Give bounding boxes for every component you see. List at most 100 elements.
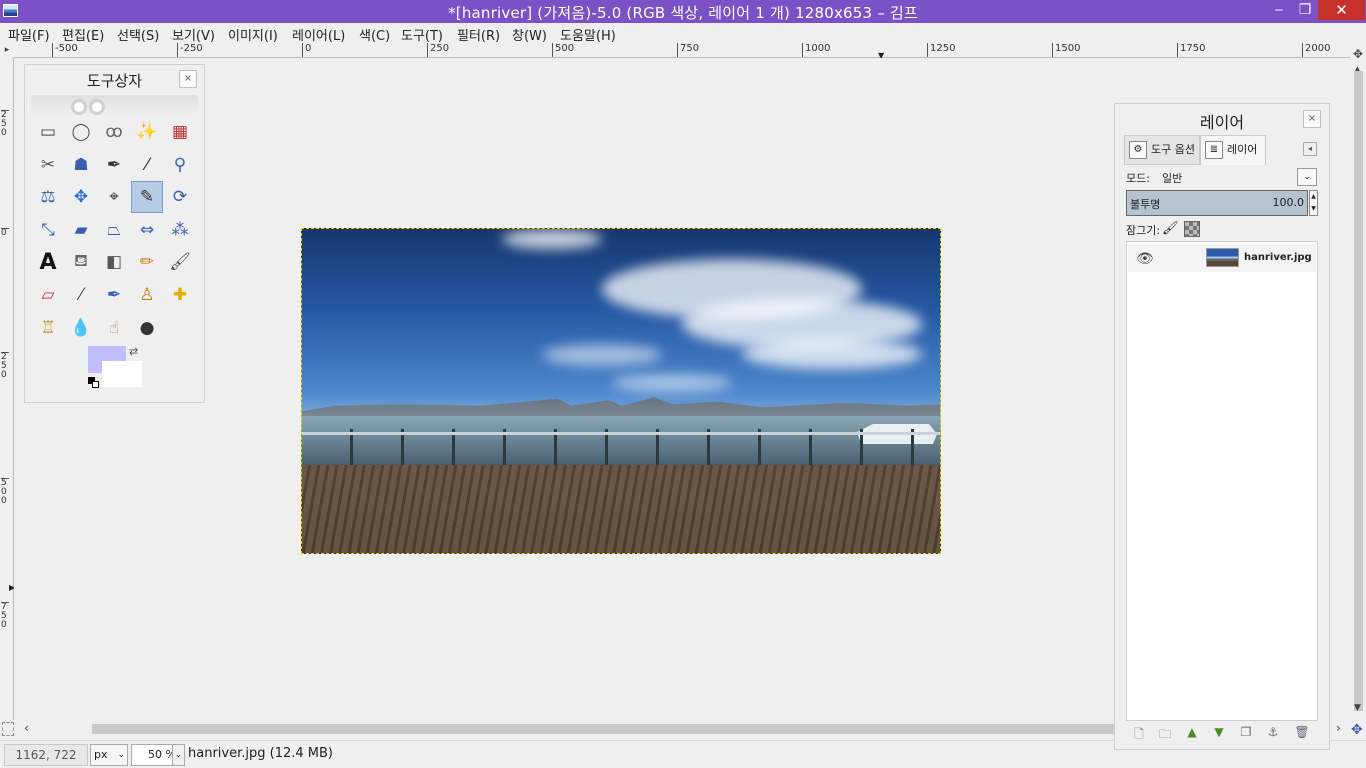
mode-value[interactable]: 일반: [1162, 170, 1182, 186]
zoom-icon[interactable]: ⚲: [164, 149, 196, 181]
scale-icon[interactable]: ⤡: [32, 214, 64, 246]
toolbox-close-button[interactable]: ×: [179, 70, 197, 88]
vertical-scrollbar[interactable]: ✥ ▲ ▼: [1350, 43, 1366, 720]
flip-icon[interactable]: ⇔: [131, 214, 163, 246]
lower-layer-icon[interactable]: ▼: [1211, 725, 1227, 741]
ruler-label: 750: [677, 43, 699, 57]
select-by-color-icon[interactable]: ▦: [164, 116, 196, 148]
new-layer-group-icon[interactable]: 🗀: [1157, 725, 1173, 741]
scissors-select-icon[interactable]: ✂: [32, 149, 64, 181]
scroll-right-icon[interactable]: ›: [1336, 721, 1341, 735]
menu-view[interactable]: 보기(V): [172, 25, 215, 44]
rect-select-icon[interactable]: ▭: [32, 116, 64, 148]
duplicate-layer-icon[interactable]: ❐: [1238, 725, 1254, 741]
paths-icon[interactable]: ✒: [98, 149, 130, 181]
dodge-burn-icon[interactable]: ●: [131, 312, 163, 344]
blend-icon[interactable]: ◧: [98, 246, 130, 278]
ruler-corner[interactable]: ▸: [0, 43, 14, 58]
toolbox-panel: 도구상자 × ▭ ◯ ꝏ ✨ ▦ ✂ ☗ ✒ ⁄ ⚲ ⚖ ✥ ⌖ ✎ ⟳ ⤡ ▰ ⏢ ⇔ ⁂ A ⛾ ◧ ✏ 🖌 ▱ ⁄ ✒ ♙ ✚ ♖ 💧 ☝…: [24, 64, 205, 403]
ellipse-select-icon[interactable]: ◯: [65, 116, 97, 148]
ruler-label: 0: [302, 43, 311, 57]
menu-help[interactable]: 도움말(H): [560, 25, 616, 44]
menu-colors[interactable]: 색(C): [359, 25, 390, 44]
shear-icon[interactable]: ▰: [65, 214, 97, 246]
minimize-button[interactable]: ‒: [1266, 0, 1292, 20]
fuzzy-select-icon[interactable]: ✨: [131, 116, 163, 148]
window-title: *[hanriver] (가져옴)-5.0 (RGB 색상, 레이어 1 개) …: [448, 4, 918, 22]
quick-mask-toggle[interactable]: [2, 722, 14, 736]
menu-edit[interactable]: 편집(E): [62, 25, 104, 44]
free-select-icon[interactable]: ꝏ: [98, 116, 130, 148]
lock-pixels-icon[interactable]: 🖌: [1162, 221, 1179, 237]
menu-image[interactable]: 이미지(I): [228, 25, 278, 44]
chevron-down-icon[interactable]: ⌄: [172, 745, 184, 765]
ink-icon[interactable]: ✒: [98, 279, 130, 311]
menu-filters[interactable]: 필터(R): [457, 25, 500, 44]
perspective-icon[interactable]: ⏢: [98, 214, 130, 246]
navigate-icon[interactable]: ✥: [1353, 47, 1363, 61]
menu-windows[interactable]: 창(W): [512, 25, 547, 44]
dock-close-button[interactable]: ×: [1303, 110, 1321, 128]
measure-icon[interactable]: ⚖: [32, 181, 64, 213]
foreground-select-icon[interactable]: ☗: [65, 149, 97, 181]
default-colors-icon-bg[interactable]: [92, 381, 99, 388]
swap-colors-icon[interactable]: ⇄: [129, 345, 138, 358]
vertical-scroll-thumb[interactable]: [1354, 71, 1363, 711]
new-layer-icon[interactable]: 🗋: [1131, 725, 1147, 741]
airbrush-icon[interactable]: ⁄: [65, 279, 97, 311]
opacity-label: 불투명: [1130, 198, 1161, 211]
mode-label: 모드:: [1126, 172, 1150, 185]
horizontal-ruler[interactable]: -500 -250 0 250 500 750 1000 1250 1500 1…: [14, 43, 1350, 60]
crop-icon[interactable]: ✎: [131, 181, 163, 214]
align-icon[interactable]: ⌖: [98, 181, 130, 213]
color-picker-icon[interactable]: ⁄: [131, 149, 163, 181]
raise-layer-icon[interactable]: ▲: [1184, 725, 1200, 741]
menu-file[interactable]: 파일(F): [8, 25, 50, 44]
text-icon[interactable]: A: [32, 246, 64, 278]
wilber-drop-area[interactable]: [31, 95, 198, 117]
blur-icon[interactable]: 💧: [65, 312, 97, 344]
navigate-canvas-icon[interactable]: ✥: [1351, 722, 1363, 738]
menu-layer[interactable]: 레이어(L): [292, 25, 345, 44]
maximize-button[interactable]: ❐: [1292, 0, 1318, 20]
layers-icon: ≣: [1205, 141, 1223, 159]
close-button[interactable]: ✕: [1318, 0, 1365, 20]
ruler-label: 2000: [1302, 43, 1330, 57]
paintbrush-icon[interactable]: 🖌: [164, 246, 196, 278]
ruler-label: 250: [1, 352, 9, 380]
eraser-icon[interactable]: ▱: [32, 279, 64, 311]
bucket-fill-icon[interactable]: ⛾: [65, 246, 97, 278]
cage-transform-icon[interactable]: ⁂: [164, 214, 196, 246]
rotate-icon[interactable]: ⟳: [164, 181, 196, 213]
delete-layer-icon[interactable]: 🗑: [1294, 725, 1310, 741]
scroll-left-icon[interactable]: ‹: [24, 721, 29, 735]
tab-layers[interactable]: ≣ 레이어: [1200, 135, 1266, 165]
perspective-clone-icon[interactable]: ♖: [32, 312, 64, 344]
menu-tools[interactable]: 도구(T): [401, 25, 443, 44]
scroll-down-icon[interactable]: ▼: [1354, 703, 1361, 713]
background-color-swatch[interactable]: [102, 361, 142, 387]
vertical-ruler[interactable]: 250 0 250 500 750 ▶: [0, 58, 15, 720]
mode-dropdown[interactable]: ⌄: [1297, 168, 1317, 186]
ruler-label: 1000: [802, 43, 830, 57]
tab-menu-icon[interactable]: ◂: [1303, 142, 1317, 156]
horizontal-scroll-thumb[interactable]: [92, 724, 1132, 734]
layer-list[interactable]: 👁 hanriver.jpg: [1126, 241, 1318, 721]
unit-select[interactable]: px ⌄: [90, 744, 128, 766]
lock-alpha-icon[interactable]: [1184, 221, 1200, 237]
smudge-icon[interactable]: ☝: [98, 312, 130, 344]
move-icon[interactable]: ✥: [65, 181, 97, 213]
tab-tool-options[interactable]: ⚙ 도구 옵션: [1124, 135, 1200, 165]
heal-icon[interactable]: ✚: [164, 279, 196, 311]
anchor-layer-icon[interactable]: ⚓: [1265, 725, 1281, 741]
pencil-icon[interactable]: ✏: [131, 246, 163, 278]
ruler-label: 500: [552, 43, 574, 57]
layer-row[interactable]: 👁 hanriver.jpg: [1128, 244, 1316, 272]
clone-icon[interactable]: ♙: [131, 279, 163, 311]
zoom-select[interactable]: 50 % ⌄: [131, 744, 185, 766]
opacity-slider[interactable]: 불투명 100.0: [1126, 190, 1308, 216]
opacity-spinner[interactable]: ▲ ▼: [1309, 190, 1318, 216]
canvas-image[interactable]: [301, 228, 941, 554]
visibility-eye-icon[interactable]: 👁: [1136, 251, 1154, 267]
menu-select[interactable]: 선택(S): [117, 25, 159, 44]
